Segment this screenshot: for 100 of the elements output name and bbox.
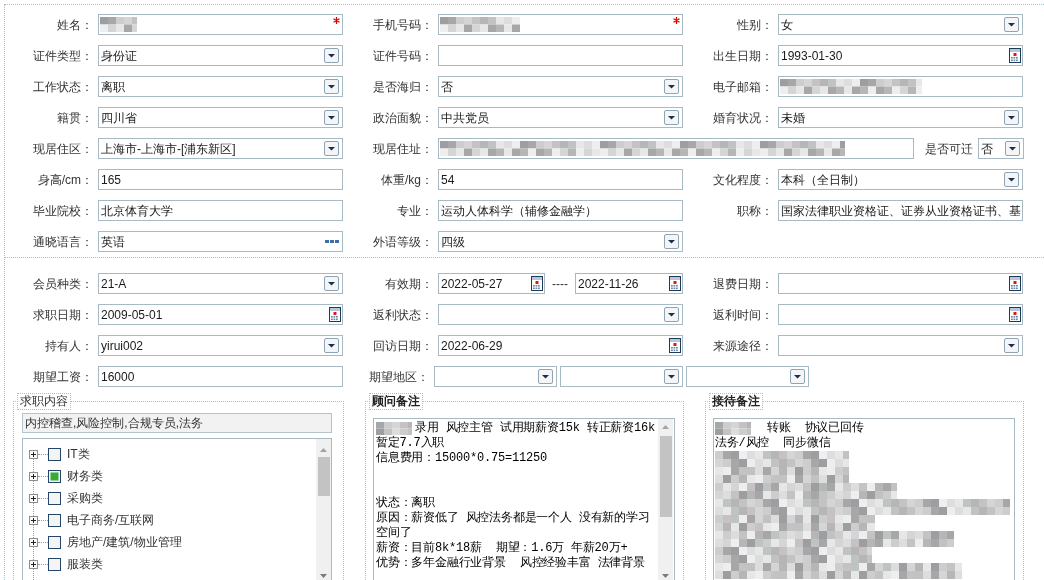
- group-title: 接待备注: [709, 393, 763, 410]
- field-label: 身高/cm：: [36, 171, 93, 189]
- date-field[interactable]: [778, 304, 1023, 325]
- expand-icon[interactable]: [29, 559, 38, 569]
- dropdown-field[interactable]: 未婚: [778, 107, 1023, 128]
- dropdown-field[interactable]: [438, 304, 683, 325]
- checkbox[interactable]: [48, 557, 61, 571]
- dropdown-field[interactable]: yirui002: [98, 335, 343, 356]
- tree-item-label[interactable]: 服装类: [67, 555, 103, 573]
- dropdown-field[interactable]: 四级: [438, 231, 683, 252]
- range-separator: ----: [552, 275, 568, 293]
- text-field[interactable]: [98, 14, 343, 35]
- field-label: 持有人：: [44, 337, 93, 355]
- field-label: 有效期：: [384, 275, 433, 293]
- tree-item-label[interactable]: 财务类: [67, 467, 103, 485]
- field-label: 现居住区：: [32, 140, 93, 158]
- dropdown-field[interactable]: [686, 366, 809, 387]
- text-field[interactable]: [438, 14, 683, 35]
- notes-textarea[interactable]: 录用 风控主管 试用期薪资15k 转正薪资16k 暂定7.7入职 信息费用：15000*0.75=11250 状态：离职 原因：薪资低了 风控法务都是一个人 没有新的学习 空间了 薪资：目前8k*18薪 期望：1.6万 年薪20万+ 优势：多年金融行业背景 风控经验丰富 法律背景: [373, 418, 675, 580]
- tree-item-label[interactable]: 房地产/建筑/物业管理: [67, 533, 182, 551]
- calendar-icon[interactable]: [531, 276, 543, 291]
- date-field[interactable]: 1993-01-30: [778, 45, 1023, 66]
- dropdown-field[interactable]: 否: [978, 138, 1024, 159]
- dropdown-field[interactable]: 本科（全日制）: [778, 169, 1023, 190]
- note-line: 优势：多年金融行业背景 风控经验丰富 法律背景: [376, 556, 645, 571]
- field-label: 专业：: [396, 202, 433, 220]
- text-field[interactable]: 165: [98, 169, 343, 190]
- field-label: 返利时间：: [712, 306, 773, 324]
- note-line: 信息费用：15000*0.75=11250: [376, 451, 548, 466]
- dropdown-field[interactable]: 四川省: [98, 107, 343, 128]
- field-label: 籍贯：: [56, 109, 93, 127]
- date-field[interactable]: 2022-06-29: [438, 335, 683, 356]
- text-field[interactable]: 运动人体科学（辅修金融学）: [438, 200, 683, 221]
- calendar-icon[interactable]: [1009, 307, 1021, 322]
- note-line: 转账 协议已回传: [767, 421, 864, 436]
- dropdown-field[interactable]: [434, 366, 557, 387]
- calendar-icon[interactable]: [1009, 48, 1021, 63]
- tree-item-label[interactable]: 电子商务/互联网: [67, 511, 155, 529]
- field-label: 毕业院校：: [32, 202, 93, 220]
- dropdown-field[interactable]: [778, 335, 1023, 356]
- field-label: 通晓语言：: [32, 233, 93, 251]
- dropdown-field[interactable]: 女: [778, 14, 1023, 35]
- notes-textarea[interactable]: 转账 协议已回传 法务/风控 同步微信: [713, 418, 1015, 580]
- calendar-icon[interactable]: [669, 276, 681, 291]
- checkbox[interactable]: [48, 447, 61, 461]
- expand-icon[interactable]: [29, 471, 38, 481]
- calendar-icon[interactable]: [329, 307, 341, 322]
- selected-categories-field[interactable]: 内控稽查,风险控制,合规专员,法务: [22, 413, 332, 433]
- field-label: 姓名：: [56, 16, 93, 34]
- dropdown-field[interactable]: 否: [438, 76, 683, 97]
- tree-item-label[interactable]: 采购类: [67, 489, 103, 507]
- calendar-icon[interactable]: [1009, 276, 1021, 291]
- expand-icon[interactable]: [29, 537, 38, 547]
- scrollbar-thumb[interactable]: [659, 436, 672, 517]
- checkbox[interactable]: [48, 513, 61, 527]
- date-field[interactable]: [778, 273, 1023, 294]
- dropdown-field[interactable]: 21-A: [98, 273, 343, 294]
- field-label: 证件号码：: [372, 47, 433, 65]
- ellipsis-icon[interactable]: [325, 240, 339, 243]
- text-field[interactable]: [438, 45, 683, 66]
- field-label: 现居住址：: [372, 140, 433, 158]
- expand-icon[interactable]: [29, 493, 38, 503]
- dropdown-field[interactable]: [560, 366, 683, 387]
- dropdown-field[interactable]: 身份证: [98, 45, 343, 66]
- scrollbar[interactable]: [316, 439, 331, 580]
- field-label: 职称：: [736, 202, 773, 220]
- text-field[interactable]: 北京体育大学: [98, 200, 343, 221]
- text-field[interactable]: 54: [438, 169, 683, 190]
- calendar-icon[interactable]: [669, 338, 681, 353]
- expand-icon[interactable]: [29, 449, 38, 459]
- scroll-down-icon[interactable]: [320, 574, 327, 578]
- tree-item-label[interactable]: IT类: [67, 445, 90, 463]
- field-label: 外语等级：: [372, 233, 433, 251]
- date-field[interactable]: 2009-05-01: [98, 304, 343, 325]
- note-line: 原因：薪资低了 风控法务都是一个人 没有新的学习: [376, 511, 650, 526]
- field-label: 期望地区：: [368, 368, 429, 386]
- dropdown-field[interactable]: 中共党员: [438, 107, 683, 128]
- text-field[interactable]: [778, 76, 1023, 97]
- checkbox[interactable]: [48, 535, 61, 549]
- text-field[interactable]: [438, 138, 914, 159]
- expand-icon[interactable]: [29, 515, 38, 525]
- scrollbar-thumb[interactable]: [317, 457, 330, 496]
- field-label: 退费日期：: [712, 275, 773, 293]
- text-field[interactable]: 国家法律职业资格证、证券从业资格证书、基: [778, 200, 1023, 221]
- date-field[interactable]: 2022-05-27: [438, 273, 545, 294]
- date-field[interactable]: 2022-11-26: [575, 273, 683, 294]
- field-label: 文化程度：: [712, 171, 773, 189]
- dropdown-field[interactable]: 上海市-上海市-[浦东新区]: [98, 138, 343, 159]
- checkbox[interactable]: [48, 469, 61, 483]
- note-line: 状态：离职: [376, 496, 435, 511]
- text-field[interactable]: 16000: [98, 366, 343, 387]
- field-label: 体重/kg：: [380, 171, 433, 189]
- scrollbar[interactable]: [658, 419, 673, 580]
- lookup-field[interactable]: 英语: [98, 231, 343, 252]
- checkbox[interactable]: [48, 491, 61, 505]
- field-label: 婚育状况：: [712, 109, 773, 127]
- note-line: 薪资：目前8k*18薪 期望：1.6万 年薪20万+: [376, 541, 628, 556]
- field-label: 来源途径：: [712, 337, 773, 355]
- scroll-down-icon[interactable]: [662, 574, 669, 578]
- dropdown-field[interactable]: 离职: [98, 76, 343, 97]
